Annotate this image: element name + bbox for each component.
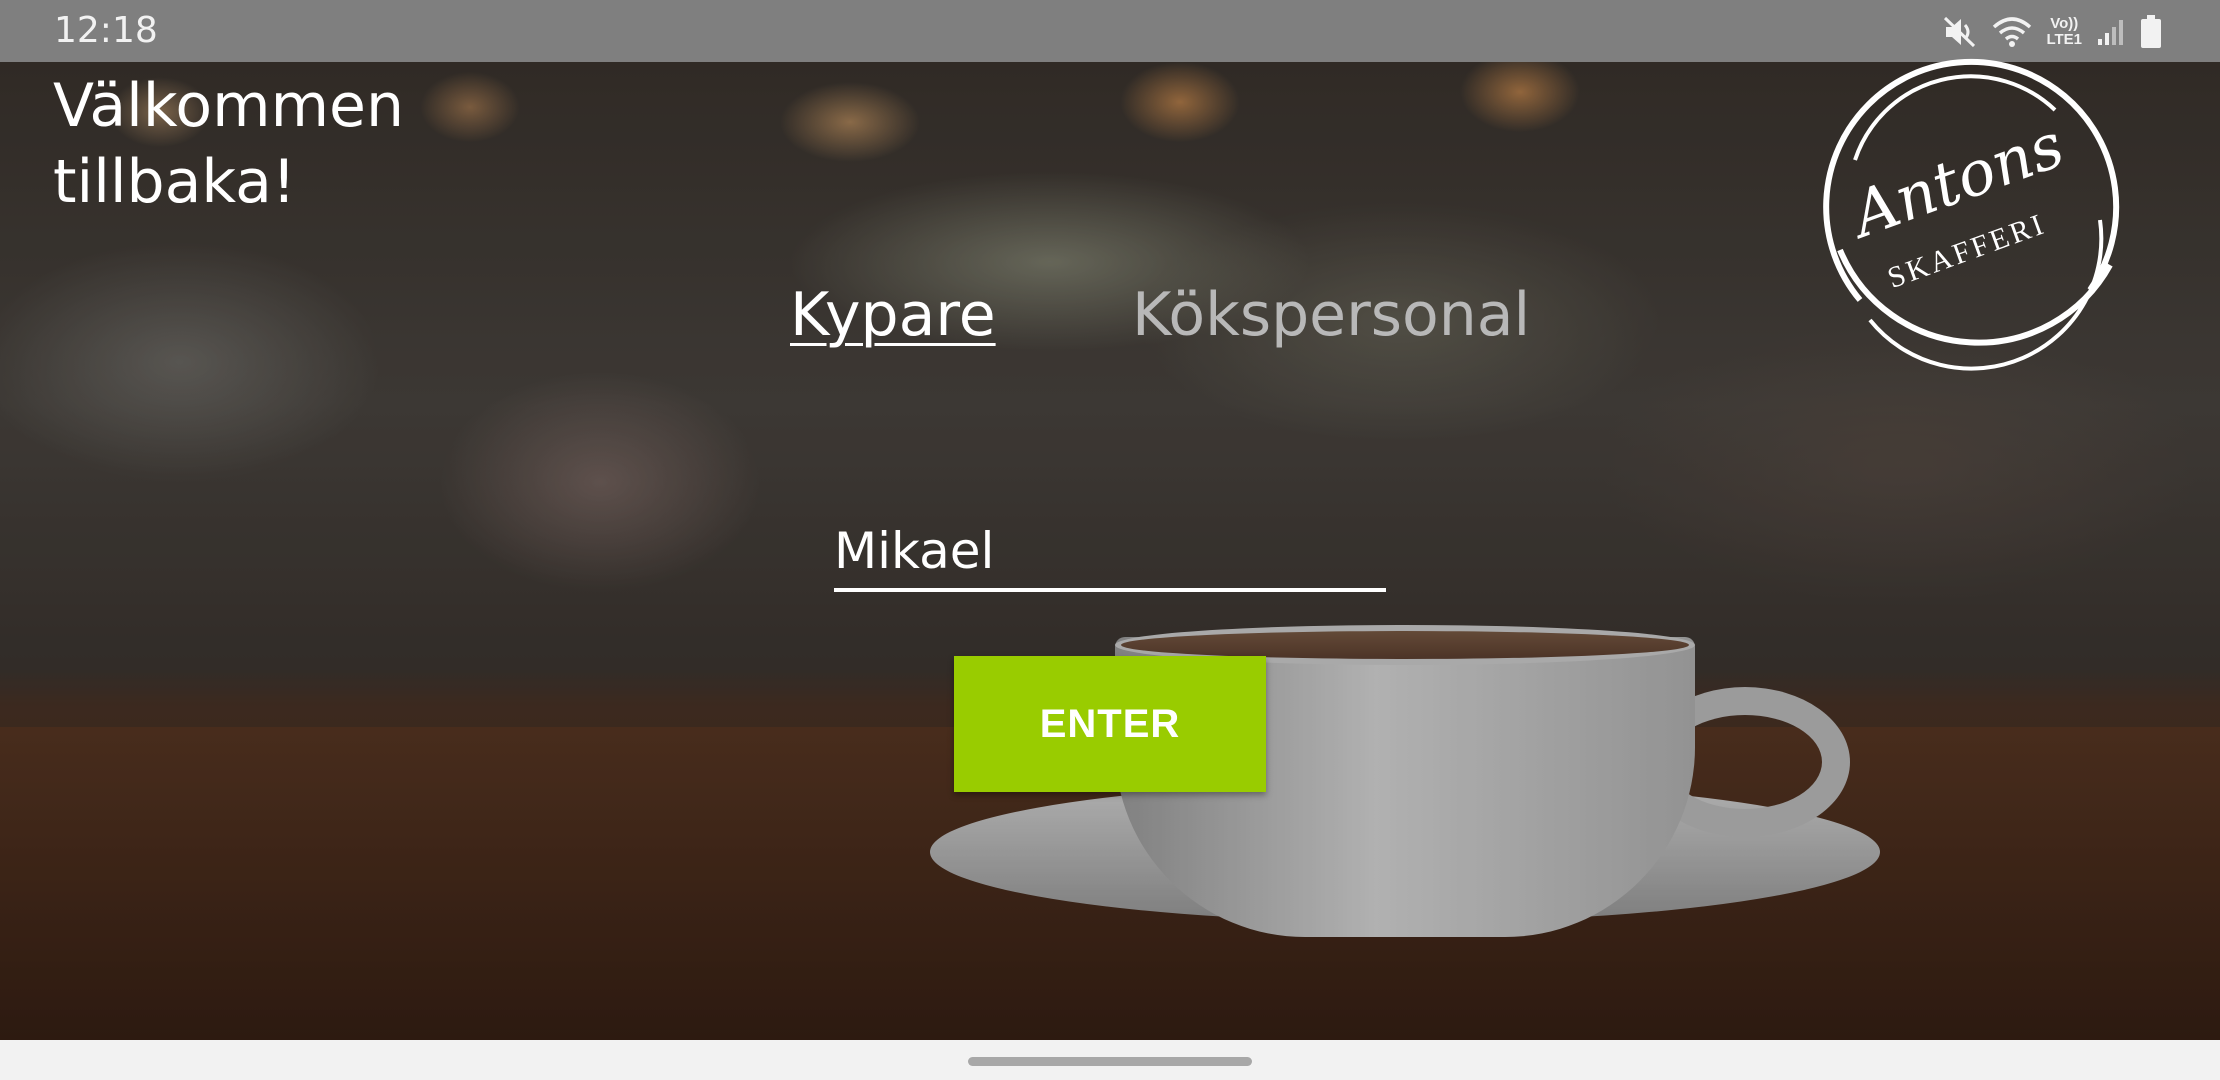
volte-lte-icon: Vo)) LTE1: [2046, 15, 2082, 48]
battery-icon: [2140, 15, 2162, 49]
enter-button[interactable]: ENTER: [954, 656, 1266, 792]
status-time: 12:18: [54, 10, 158, 51]
navigation-bar: [0, 1040, 2220, 1080]
status-icons: Vo)) LTE1: [1942, 12, 2162, 52]
name-field[interactable]: [834, 500, 1386, 592]
signal-icon: [2096, 17, 2126, 47]
mute-icon: [1942, 15, 1978, 49]
name-input[interactable]: [834, 522, 1386, 588]
welcome-line-1: Välkommen: [53, 71, 404, 141]
home-gesture-handle[interactable]: [968, 1057, 1252, 1066]
welcome-line-2: tillbaka!: [53, 147, 296, 217]
wifi-icon: [1992, 15, 2032, 49]
welcome-heading: Välkommen tillbaka!: [53, 68, 553, 220]
antons-skafferi-logo: Antons SKAFFERI: [1823, 58, 2120, 371]
tab-kypare[interactable]: Kypare: [790, 280, 996, 350]
tab-kokspersonal[interactable]: Kökspersonal: [1132, 280, 1530, 350]
